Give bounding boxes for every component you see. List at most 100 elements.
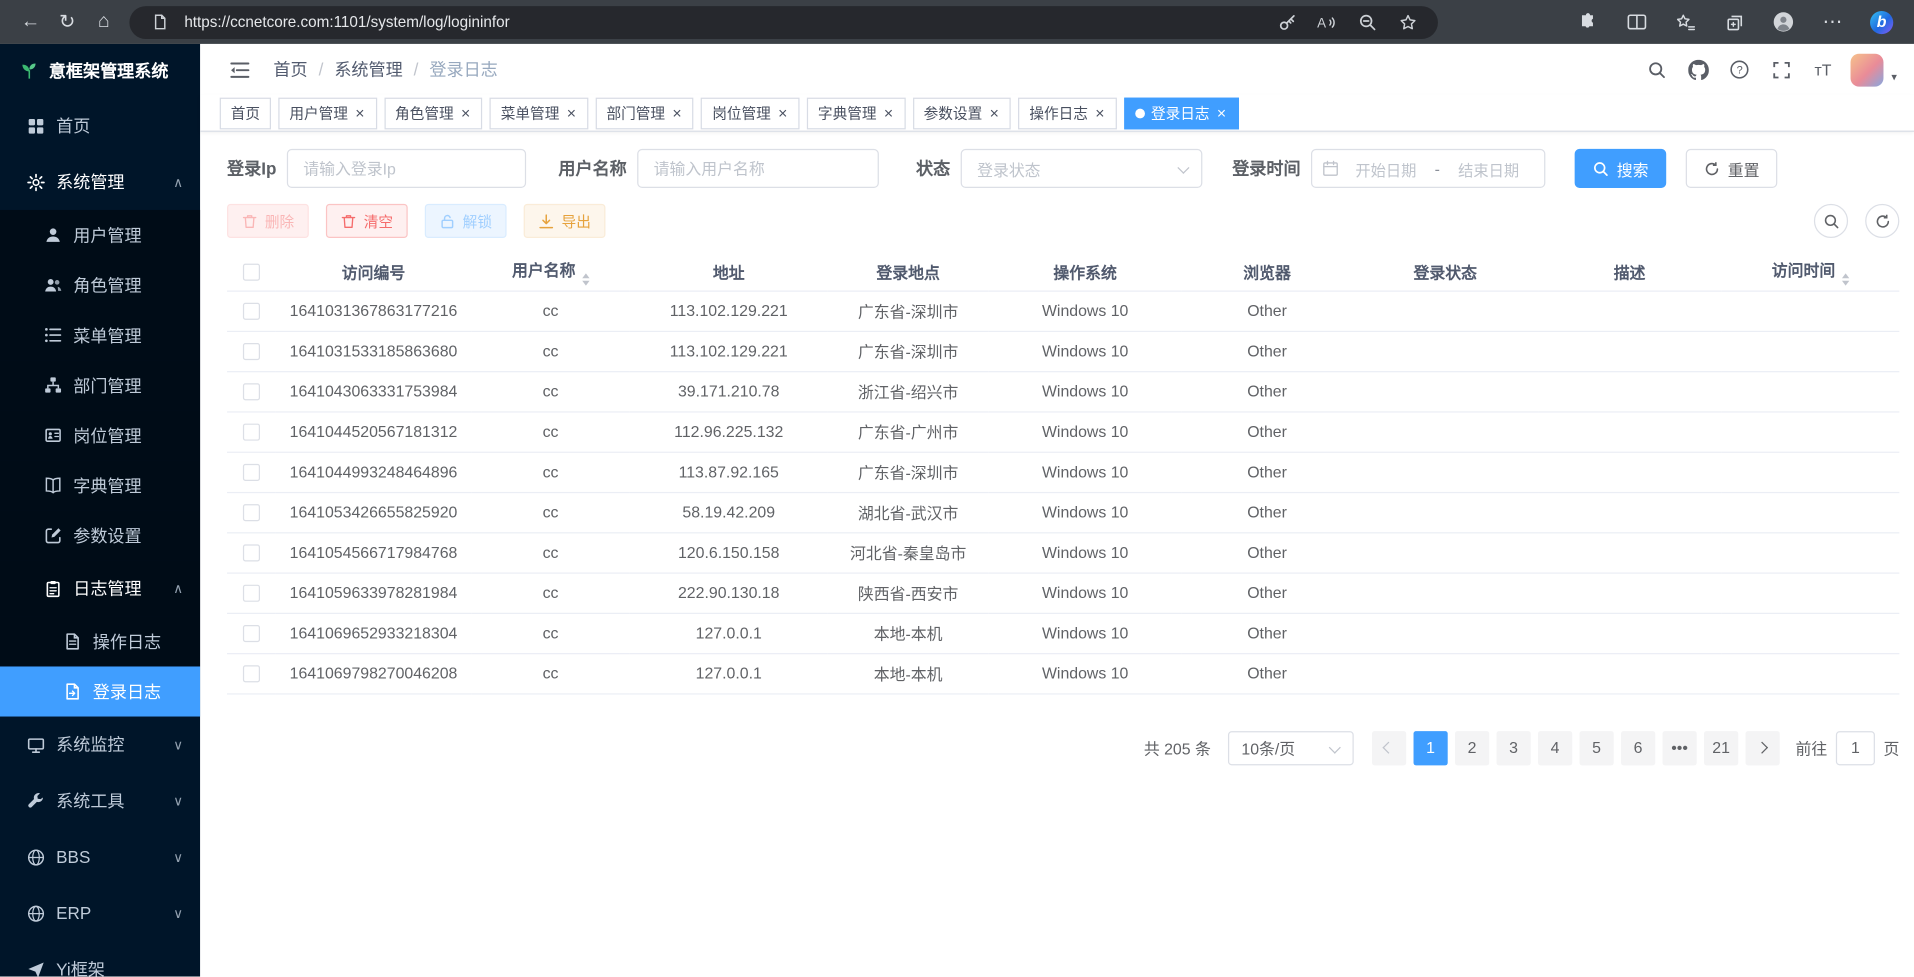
login-ip-input[interactable] bbox=[287, 149, 526, 188]
url-text[interactable]: https://ccnetcore.com:1101/system/log/lo… bbox=[184, 13, 1262, 30]
start-date-placeholder[interactable]: 开始日期 bbox=[1340, 157, 1433, 180]
sidebar-item-home[interactable]: 首页 bbox=[0, 98, 200, 154]
clear-button[interactable]: 清空 bbox=[326, 204, 408, 238]
sidebar-item-operation-log[interactable]: 操作日志 bbox=[0, 616, 200, 666]
close-icon[interactable]: × bbox=[671, 105, 683, 121]
copilot-icon[interactable] bbox=[1865, 6, 1897, 38]
end-date-placeholder[interactable]: 结束日期 bbox=[1442, 157, 1535, 180]
prev-page-button[interactable] bbox=[1372, 731, 1406, 765]
app-logo[interactable]: 意框架管理系统 bbox=[0, 44, 200, 98]
page-button-3[interactable]: 3 bbox=[1496, 731, 1530, 765]
row-checkbox[interactable] bbox=[243, 666, 260, 683]
export-button[interactable]: 导出 bbox=[524, 204, 606, 238]
page-button-6[interactable]: 6 bbox=[1621, 731, 1655, 765]
user-name-input[interactable] bbox=[638, 149, 880, 188]
browser-profile-avatar[interactable] bbox=[1768, 6, 1800, 38]
sidebar-item-department-management[interactable]: 部门管理 bbox=[0, 360, 200, 410]
select-all-checkbox[interactable] bbox=[243, 264, 260, 281]
delete-button[interactable]: 删除 bbox=[227, 204, 309, 238]
search-icon[interactable] bbox=[1644, 56, 1671, 83]
fullscreen-icon[interactable] bbox=[1768, 56, 1795, 83]
row-checkbox[interactable] bbox=[243, 424, 260, 441]
read-aloud-icon[interactable]: A bbox=[1311, 9, 1343, 36]
browser-more-icon[interactable]: ⋯ bbox=[1816, 6, 1848, 38]
browser-refresh-button[interactable]: ↻ bbox=[49, 5, 86, 39]
page-button-4[interactable]: 4 bbox=[1538, 731, 1572, 765]
close-icon[interactable]: × bbox=[777, 105, 789, 121]
browser-back-button[interactable]: ← bbox=[12, 5, 49, 39]
close-icon[interactable]: × bbox=[883, 105, 895, 121]
breadcrumb-home[interactable]: 首页 bbox=[273, 57, 307, 81]
tab-home[interactable]: 首页 bbox=[220, 97, 271, 129]
sidebar-item-system-management[interactable]: 系统管理 ∧ bbox=[0, 154, 200, 210]
font-size-icon[interactable]: тT bbox=[1810, 56, 1837, 83]
sidebar-item-menu-management[interactable]: 菜单管理 bbox=[0, 310, 200, 360]
row-checkbox[interactable] bbox=[243, 585, 260, 602]
sidebar-item-system-tools[interactable]: 系统工具 ∨ bbox=[0, 773, 200, 829]
tab-parameter-settings[interactable]: 参数设置× bbox=[913, 97, 1011, 129]
row-checkbox[interactable] bbox=[243, 625, 260, 642]
tab-department-management[interactable]: 部门管理× bbox=[595, 97, 693, 129]
sort-icon[interactable] bbox=[582, 273, 589, 285]
sidebar-item-role-management[interactable]: 角色管理 bbox=[0, 260, 200, 310]
browser-home-button[interactable]: ⌂ bbox=[85, 5, 122, 39]
tab-menu-management[interactable]: 菜单管理× bbox=[490, 97, 588, 129]
sort-icon[interactable] bbox=[1841, 273, 1848, 285]
sidebar-item-login-log[interactable]: 登录日志 bbox=[0, 666, 200, 716]
goto-page-input[interactable] bbox=[1836, 731, 1875, 765]
page-button-21[interactable]: 21 bbox=[1704, 731, 1738, 765]
password-key-icon[interactable] bbox=[1271, 9, 1303, 36]
breadcrumb-system-management[interactable]: 系统管理 bbox=[334, 57, 402, 81]
sidebar-item-yi-framework[interactable]: Yi框架 bbox=[0, 941, 200, 976]
more-pages-button[interactable]: ••• bbox=[1663, 731, 1697, 765]
row-checkbox[interactable] bbox=[243, 464, 260, 481]
tab-login-log[interactable]: 登录日志× bbox=[1124, 97, 1238, 129]
row-checkbox[interactable] bbox=[243, 504, 260, 521]
hamburger-icon[interactable] bbox=[225, 55, 254, 84]
sidebar-item-dictionary-management[interactable]: 字典管理 bbox=[0, 460, 200, 510]
tab-post-management[interactable]: 岗位管理× bbox=[701, 97, 799, 129]
favorites-icon[interactable] bbox=[1670, 6, 1702, 38]
reset-button[interactable]: 重置 bbox=[1686, 149, 1778, 188]
close-icon[interactable]: × bbox=[460, 105, 472, 121]
extensions-icon[interactable] bbox=[1572, 6, 1604, 38]
close-icon[interactable]: × bbox=[354, 105, 366, 121]
close-icon[interactable]: × bbox=[988, 105, 1000, 121]
sidebar-item-post-management[interactable]: 岗位管理 bbox=[0, 410, 200, 460]
help-icon[interactable]: ? bbox=[1727, 56, 1754, 83]
tab-operation-log[interactable]: 操作日志× bbox=[1018, 97, 1116, 129]
favorite-star-icon[interactable] bbox=[1392, 9, 1424, 36]
status-select[interactable]: 登录状态 bbox=[961, 149, 1203, 188]
close-icon[interactable]: × bbox=[1216, 105, 1228, 121]
tab-dictionary-management[interactable]: 字典管理× bbox=[807, 97, 905, 129]
refresh-table-button[interactable] bbox=[1865, 204, 1899, 238]
split-screen-icon[interactable] bbox=[1621, 6, 1653, 38]
col-user-name[interactable]: 用户名称 bbox=[471, 253, 630, 291]
row-checkbox[interactable] bbox=[243, 545, 260, 562]
page-button-1[interactable]: 1 bbox=[1413, 731, 1447, 765]
col-visit-time[interactable]: 访问时间 bbox=[1721, 253, 1899, 291]
tab-role-management[interactable]: 角色管理× bbox=[384, 97, 482, 129]
search-button[interactable]: 搜索 bbox=[1575, 149, 1667, 188]
sidebar-item-erp[interactable]: ERP ∨ bbox=[0, 885, 200, 941]
address-bar[interactable]: https://ccnetcore.com:1101/system/log/lo… bbox=[129, 5, 1438, 38]
zoom-out-icon[interactable] bbox=[1351, 9, 1383, 36]
user-avatar[interactable] bbox=[1851, 53, 1884, 86]
github-icon[interactable] bbox=[1685, 56, 1712, 83]
caret-down-icon[interactable]: ▾ bbox=[1891, 70, 1897, 86]
unlock-button[interactable]: 解锁 bbox=[425, 204, 507, 238]
sidebar-item-bbs[interactable]: BBS ∨ bbox=[0, 829, 200, 885]
sidebar-item-log-management[interactable]: 日志管理 ∧ bbox=[0, 560, 200, 616]
page-size-select[interactable]: 10条/页 bbox=[1228, 731, 1354, 765]
next-page-button[interactable] bbox=[1746, 731, 1780, 765]
row-checkbox[interactable] bbox=[243, 303, 260, 320]
page-button-5[interactable]: 5 bbox=[1579, 731, 1613, 765]
show-search-button[interactable] bbox=[1814, 204, 1848, 238]
row-checkbox[interactable] bbox=[243, 384, 260, 401]
login-time-range-picker[interactable]: 开始日期 - 结束日期 bbox=[1312, 149, 1546, 188]
sidebar-item-parameter-settings[interactable]: 参数设置 bbox=[0, 510, 200, 560]
close-icon[interactable]: × bbox=[565, 105, 577, 121]
page-button-2[interactable]: 2 bbox=[1455, 731, 1489, 765]
close-icon[interactable]: × bbox=[1094, 105, 1106, 121]
tab-user-management[interactable]: 用户管理× bbox=[278, 97, 376, 129]
